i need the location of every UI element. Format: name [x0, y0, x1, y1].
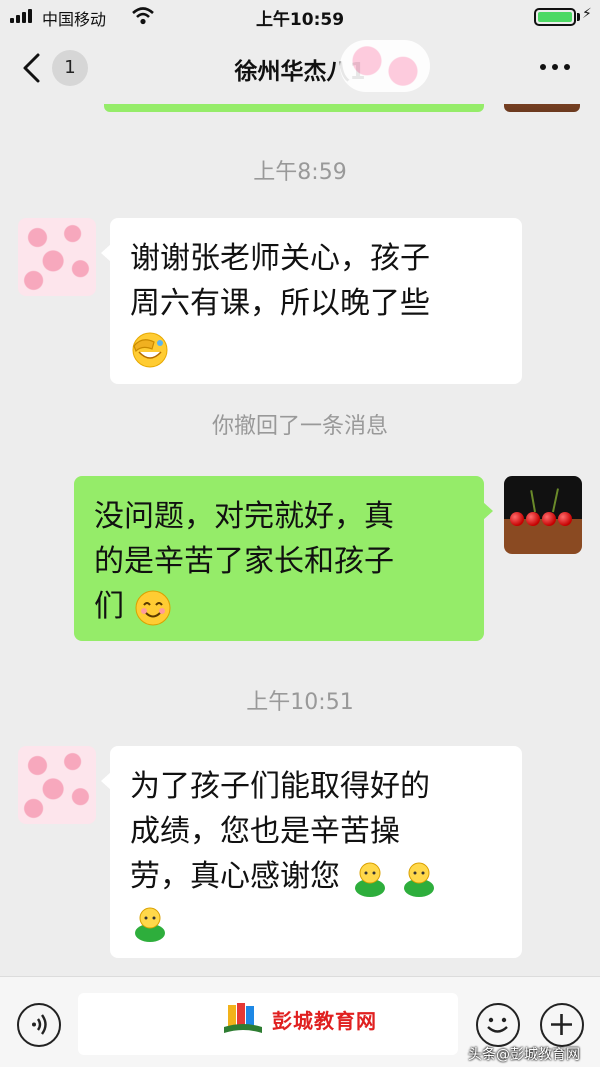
- bow-emoji: [135, 907, 165, 942]
- smile-emoji: [135, 590, 171, 625]
- privacy-mask: [340, 40, 430, 92]
- message-line: 周六有课，所以晚了些: [130, 286, 430, 321]
- my-avatar[interactable]: [504, 476, 582, 554]
- battery-icon: [534, 8, 576, 26]
- message-line: 劳，真心感谢您: [130, 859, 340, 894]
- more-icon[interactable]: [538, 64, 572, 72]
- bow-emoji: [354, 862, 385, 897]
- book-logo-icon: [224, 1003, 262, 1033]
- message-list[interactable]: 上午8:59 谢谢张老师关心，孩子 周六有课，所以晚了些 你撤回了一条消息 没问…: [0, 104, 600, 976]
- battery-tip: [577, 13, 580, 21]
- voice-input-icon[interactable]: [17, 1003, 61, 1047]
- charging-icon: ⚡: [582, 6, 592, 22]
- message-input[interactable]: 彭城教育网: [78, 993, 458, 1055]
- bow-emoji: [404, 862, 435, 897]
- message-line: 的是辛苦了家长和孩子: [94, 544, 394, 579]
- timestamp: 上午10:51: [246, 690, 354, 715]
- previous-avatar: [504, 104, 580, 112]
- incoming-message[interactable]: 为了孩子们能取得好的 成绩，您也是辛苦操 劳，真心感谢您: [101, 746, 522, 958]
- message-line: 谢谢张老师关心，孩子: [130, 241, 430, 276]
- message-line: 为了孩子们能取得好的: [130, 769, 430, 804]
- more-functions-icon[interactable]: [540, 1003, 584, 1047]
- message-line: 没问题，对完就好，真: [94, 499, 394, 534]
- message-line: 成绩，您也是辛苦操: [130, 814, 400, 849]
- emoji-picker-icon[interactable]: [476, 1003, 520, 1047]
- nav-bar: 1 徐州华杰八1: [0, 32, 600, 104]
- timestamp: 上午8:59: [253, 160, 347, 185]
- chat-title[interactable]: 徐州华杰八1: [0, 52, 600, 86]
- contact-avatar[interactable]: [18, 218, 96, 296]
- outgoing-message[interactable]: 没问题，对完就好，真 的是辛苦了家长和孩子 们: [74, 476, 493, 641]
- previous-outgoing-bubble: [104, 104, 484, 112]
- incoming-message[interactable]: 谢谢张老师关心，孩子 周六有课，所以晚了些: [101, 218, 522, 384]
- recall-notice: 你撤回了一条消息: [211, 414, 388, 439]
- logo-text: 彭城教育网: [272, 1009, 377, 1033]
- status-time: 上午10:59: [255, 10, 345, 30]
- contact-avatar[interactable]: [18, 746, 96, 824]
- message-line: 们: [94, 589, 124, 624]
- watermark: 头条@彭城教育网: [468, 1047, 580, 1063]
- status-bar: 中国移动 上午10:59 ⚡: [0, 0, 600, 32]
- face-with-hand-over-eyes-emoji: [132, 332, 168, 367]
